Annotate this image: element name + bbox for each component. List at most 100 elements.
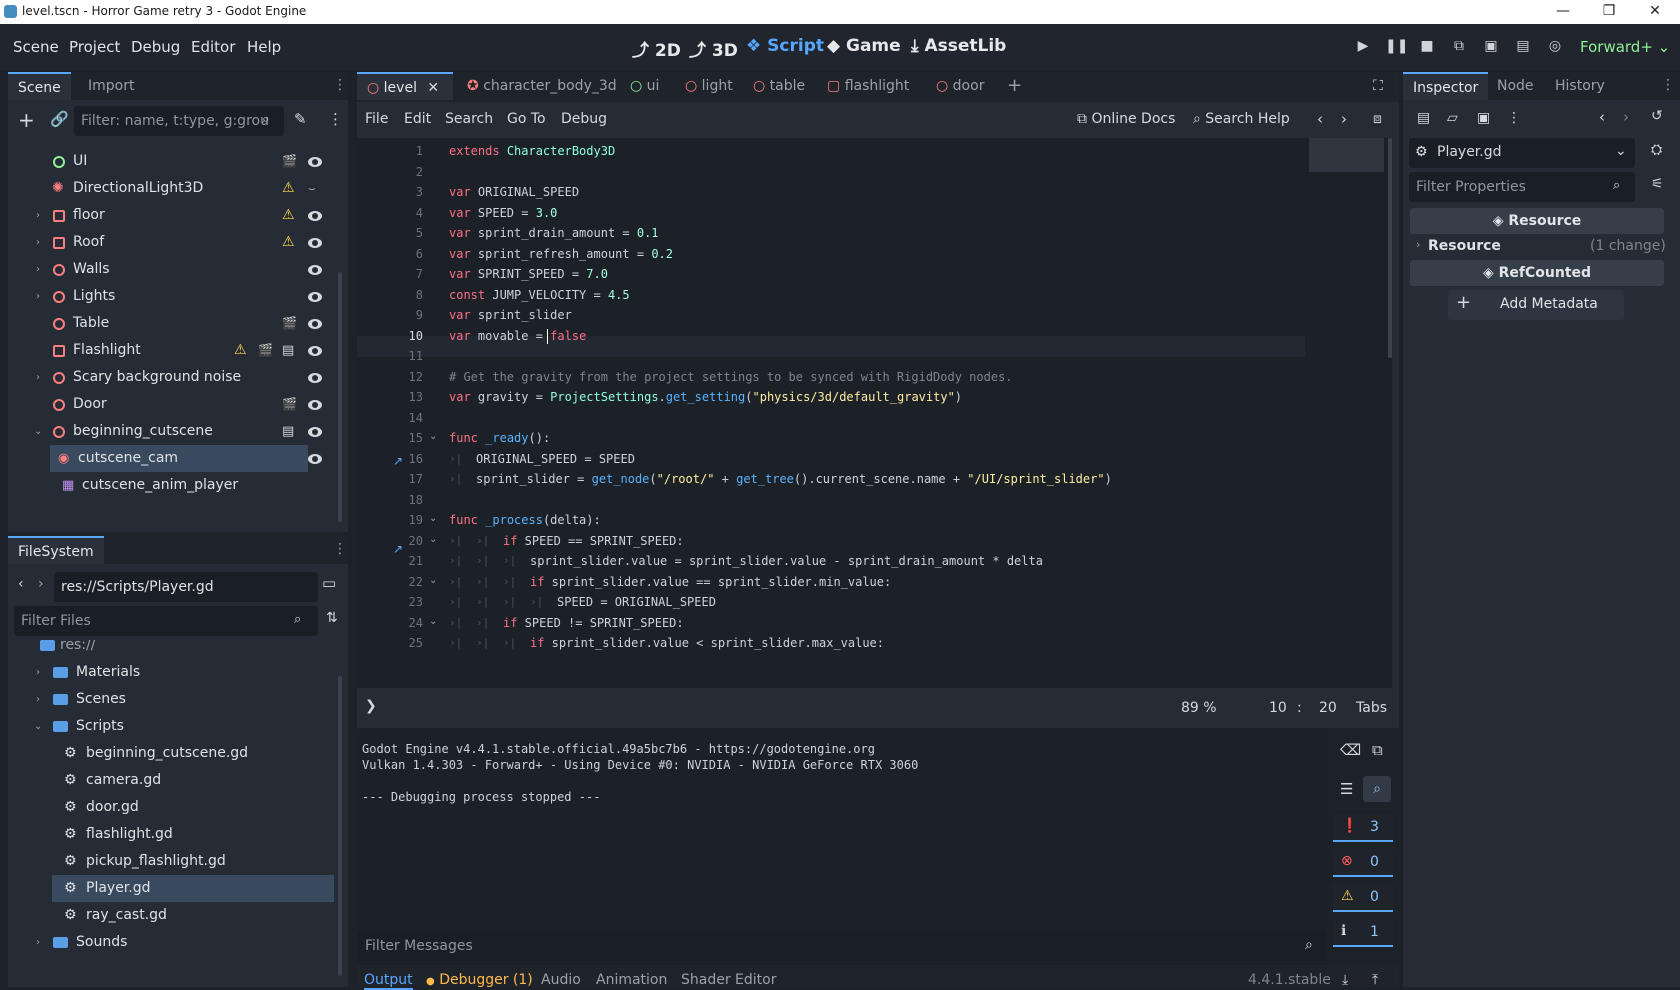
- editor-tab-light[interactable]: ○ light: [675, 72, 743, 100]
- history-back-icon[interactable]: ‹: [1599, 108, 1605, 126]
- dock-menu-icon[interactable]: ⋮: [1661, 77, 1675, 93]
- bottom-tab-debugger[interactable]: ● Debugger (1): [426, 972, 533, 988]
- forward-arrow-icon[interactable]: ›: [38, 576, 44, 592]
- visibility-eye-icon[interactable]: [308, 211, 322, 221]
- collapse-duplicates-icon[interactable]: ☰: [1340, 780, 1353, 798]
- visibility-eye-icon[interactable]: [308, 292, 322, 302]
- play-scene-icon[interactable]: ▣: [1481, 38, 1501, 58]
- tree-row-cutscene-anim-player[interactable]: ▦ cutscene_anim_player: [18, 472, 342, 499]
- dock-menu-icon[interactable]: ⋮: [333, 541, 347, 557]
- file-row-script[interactable]: ⚙ door.gd: [18, 794, 342, 821]
- next-script-icon[interactable]: ›: [1341, 110, 1347, 128]
- instance-scene-icon[interactable]: 🔗: [50, 110, 69, 128]
- visibility-eye-icon[interactable]: [308, 265, 322, 275]
- visibility-eye-icon[interactable]: [308, 319, 322, 329]
- file-row-script[interactable]: ⚙ beginning_cutscene.gd: [18, 740, 342, 767]
- tab-history[interactable]: History: [1545, 72, 1615, 100]
- add-node-icon[interactable]: +: [18, 108, 35, 132]
- section-refcounted-header[interactable]: ◈ RefCounted: [1410, 260, 1664, 286]
- object-selector[interactable]: ⚙ Player.gd ⌄: [1409, 138, 1635, 168]
- tab-import[interactable]: Import: [78, 72, 144, 100]
- code-editor[interactable]: ↗ ↗ 1 extends CharacterBody3D 2 3 var ORIGIN…: [357, 138, 1392, 688]
- tree-row-walls[interactable]: › Walls: [18, 256, 342, 283]
- bottom-tab-audio[interactable]: Audio: [541, 972, 581, 988]
- expand-arrow-icon[interactable]: ›: [36, 202, 40, 229]
- add-metadata-button[interactable]: + Add Metadata: [1448, 290, 1624, 320]
- script-menu-edit[interactable]: Edit: [404, 111, 431, 127]
- renderer-select[interactable]: Forward+ ⌄: [1580, 38, 1670, 56]
- script-menu-goto[interactable]: Go To: [507, 111, 546, 127]
- close-tab-icon[interactable]: ✕: [427, 80, 439, 96]
- scene-tree-scrollbar[interactable]: [338, 272, 342, 522]
- movie-maker-icon[interactable]: ◎: [1545, 38, 1565, 58]
- expand-arrow-icon[interactable]: ›: [36, 659, 40, 686]
- expand-panel-icon[interactable]: ⤒: [1372, 972, 1378, 988]
- resource-options-icon[interactable]: ⋮: [1507, 110, 1521, 126]
- script-menu-search[interactable]: Search: [445, 111, 493, 127]
- file-row-root[interactable]: res://: [18, 640, 342, 659]
- warning-icon[interactable]: ⚠: [282, 202, 295, 229]
- editor-tab-flashlight[interactable]: ▢ flashlight: [817, 72, 919, 100]
- editor-tab-ui[interactable]: ○ ui: [620, 72, 669, 100]
- tree-row-flashlight[interactable]: Flashlight ⚠ 🎬 ▤: [18, 337, 342, 364]
- editor-tab-door[interactable]: ○ door: [926, 72, 994, 100]
- editor-tab-character-body-3d[interactable]: ✪ character_body_3d: [457, 72, 627, 100]
- filter-messages-input[interactable]: Filter Messages ⌕: [357, 931, 1327, 961]
- history-forward-icon[interactable]: ›: [1623, 108, 1629, 126]
- prev-script-icon[interactable]: ‹: [1317, 110, 1323, 128]
- clear-output-icon[interactable]: ⌫: [1340, 741, 1361, 759]
- tree-row-roof[interactable]: › Roof ⚠: [18, 229, 342, 256]
- toggle-scripts-panel-icon[interactable]: ⧈: [1373, 111, 1382, 127]
- code-scrollbar[interactable]: [1388, 138, 1392, 358]
- collapse-arrow-icon[interactable]: ⌄: [34, 713, 42, 740]
- visibility-eye-icon[interactable]: [308, 454, 322, 464]
- file-row-script[interactable]: ⚙ flashlight.gd: [18, 821, 342, 848]
- output-panel[interactable]: Godot Engine v4.4.1.stable.official.49a5…: [357, 729, 1327, 929]
- pin-panel-icon[interactable]: ⤓: [1342, 972, 1348, 988]
- object-history-icon[interactable]: ↺: [1651, 108, 1663, 124]
- tab-node[interactable]: Node: [1487, 72, 1544, 100]
- filter-properties-input[interactable]: Filter Properties: [1409, 172, 1635, 202]
- toggle-search-icon[interactable]: ⌕: [1363, 776, 1391, 802]
- tree-row-directionallight3d[interactable]: ✺ DirectionalLight3D ⚠ ⌣: [18, 175, 342, 202]
- indent-mode[interactable]: Tabs: [1356, 700, 1387, 716]
- tree-row-lights[interactable]: › Lights: [18, 283, 342, 310]
- menu-project[interactable]: Project: [69, 38, 120, 56]
- tab-scene[interactable]: Scene: [8, 72, 71, 100]
- tree-row-beginning-cutscene[interactable]: ⌄ beginning_cutscene ▤: [18, 418, 342, 445]
- dock-menu-icon[interactable]: ⋮: [333, 77, 347, 93]
- pause-icon[interactable]: ❚❚: [1385, 38, 1408, 58]
- file-row-scripts[interactable]: ⌄ Scripts: [18, 713, 342, 740]
- filter-errors-toggle[interactable]: ⊗ 0: [1333, 849, 1393, 877]
- zoom-level[interactable]: 89 %: [1181, 700, 1217, 716]
- restore-icon[interactable]: ❐: [1586, 0, 1632, 24]
- expand-arrow-icon[interactable]: ›: [36, 686, 40, 713]
- add-tab-icon[interactable]: +: [1007, 75, 1022, 96]
- mode-2d-button[interactable]: ⤴ 2D: [632, 36, 681, 61]
- expand-arrow-icon[interactable]: ›: [36, 364, 40, 391]
- play-custom-scene-icon[interactable]: ▤: [1513, 38, 1533, 58]
- expand-arrow-icon[interactable]: ›: [36, 929, 40, 956]
- bottom-tab-shader-editor[interactable]: Shader Editor: [681, 972, 776, 988]
- clapper-icon[interactable]: 🎬: [282, 148, 297, 175]
- filter-files-input[interactable]: Filter Files: [14, 606, 318, 636]
- object-properties-icon[interactable]: ⛭: [1651, 142, 1662, 158]
- menu-editor[interactable]: Editor: [191, 38, 235, 56]
- filter-messages-toggle[interactable]: ❗ 3: [1333, 814, 1393, 842]
- minimize-icon[interactable]: —: [1540, 0, 1586, 24]
- tree-row-ui[interactable]: UI 🎬: [18, 148, 342, 175]
- file-row-script[interactable]: ⚙ pickup_flashlight.gd: [18, 848, 342, 875]
- toggle-panel-icon[interactable]: ❯: [365, 698, 377, 714]
- copy-output-icon[interactable]: ⧉: [1372, 741, 1383, 759]
- fold-arrow-icon[interactable]: ⌄: [429, 513, 437, 524]
- back-arrow-icon[interactable]: ‹: [18, 576, 24, 592]
- scene-options-icon[interactable]: ⋮: [328, 110, 343, 128]
- filesystem-path-input[interactable]: res://Scripts/Player.gd: [54, 572, 318, 602]
- tree-row-table[interactable]: Table 🎬: [18, 310, 342, 337]
- file-row-player-gd[interactable]: ⚙ Player.gd: [52, 875, 334, 902]
- filter-editor-messages-toggle[interactable]: ℹ 1: [1333, 919, 1393, 947]
- expand-arrow-icon[interactable]: ›: [1416, 238, 1420, 251]
- toggle-split-icon[interactable]: ▭: [322, 574, 336, 592]
- sort-icon[interactable]: ⇅: [326, 610, 338, 626]
- collapse-arrow-icon[interactable]: ⌄: [34, 418, 42, 445]
